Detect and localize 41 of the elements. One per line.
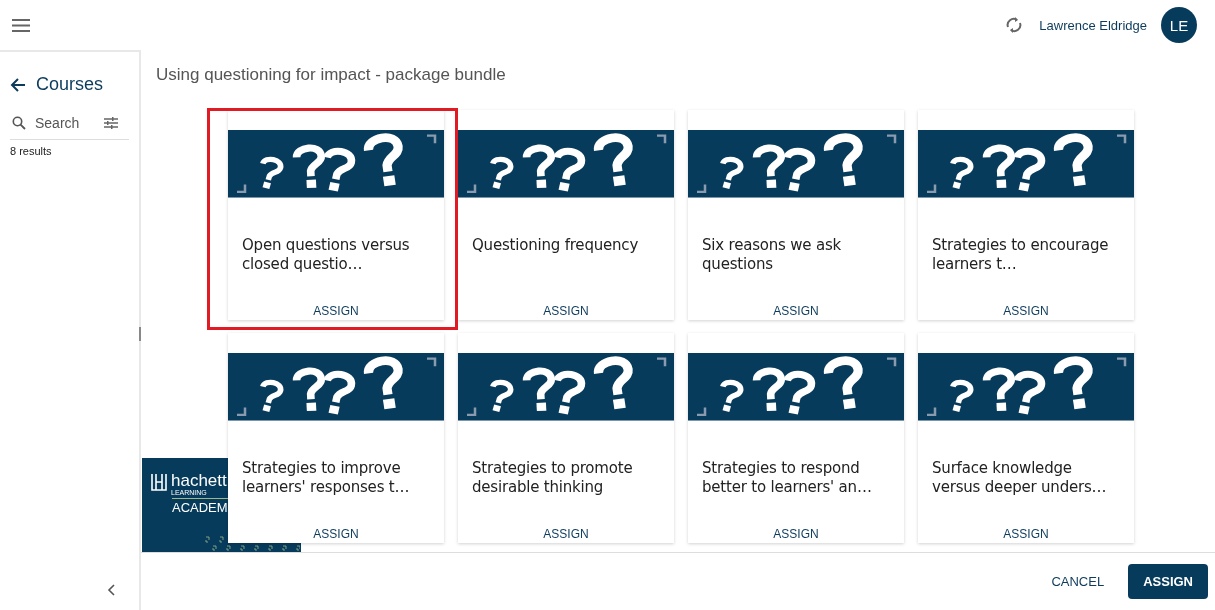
course-title: Strategies to promote desirable thinking (471, 457, 634, 498)
course-card[interactable]: Six reasons we ask questions ASSIGN (688, 110, 904, 320)
sync-icon[interactable] (1005, 15, 1024, 35)
logo-name: hachett (171, 472, 227, 489)
user-name[interactable]: Lawrence Eldridge (1039, 17, 1147, 33)
assign-link[interactable]: ASSIGN (769, 525, 823, 543)
filter-icon[interactable] (104, 116, 118, 130)
course-title: Six reasons we ask questions (701, 234, 843, 275)
assign-link[interactable]: ASSIGN (539, 525, 593, 543)
results-count: 8 results (10, 145, 53, 157)
page-title: Using questioning for impact - package bundle (156, 65, 507, 86)
collapse-chevron-icon[interactable] (107, 584, 115, 596)
assign-link[interactable]: ASSIGN (309, 525, 363, 543)
back-arrow-icon[interactable] (10, 77, 26, 92)
course-title: Surface knowledge versus deeper unders… (931, 457, 1108, 498)
course-title: Strategies to encourage learners t… (931, 234, 1110, 275)
logo-mark-icon (150, 472, 168, 492)
course-card[interactable]: Surface knowledge versus deeper unders… ASSIGN (918, 333, 1134, 543)
course-card[interactable]: Strategies to encourage learners t… ASSIGN (918, 110, 1134, 320)
course-title: Questioning frequency (471, 234, 640, 256)
course-card[interactable]: Questioning frequency ASSIGN (458, 110, 674, 320)
assign-link[interactable]: ASSIGN (999, 302, 1053, 320)
course-card[interactable]: Strategies to promote desirable thinking ASSIGN (458, 333, 674, 543)
course-card[interactable]: Open questions versus closed questio… ASSIGN (228, 110, 444, 320)
course-title: Strategies to respond better to learners' an… (701, 457, 873, 498)
user-avatar[interactable]: LE (1161, 7, 1197, 43)
assign-link[interactable]: ASSIGN (999, 525, 1053, 543)
course-card[interactable]: Strategies to improve learners' responses t… ASSIGN (228, 333, 444, 543)
course-card[interactable]: Strategies to respond better to learners' an… ASSIGN (688, 333, 904, 543)
resize-handle[interactable] (139, 327, 141, 341)
sidebar-title: Courses (36, 74, 104, 95)
assign-link[interactable]: ASSIGN (769, 302, 823, 320)
assign-link[interactable]: ASSIGN (309, 302, 363, 320)
menu-icon[interactable] (12, 18, 30, 32)
pattern-icon (205, 533, 300, 552)
cancel-button[interactable]: CANCEL (1041, 566, 1115, 597)
search-icon (12, 116, 26, 130)
course-title: Open questions versus closed questio… (241, 234, 411, 275)
assign-link[interactable]: ASSIGN (539, 302, 593, 320)
assign-button[interactable]: ASSIGN (1128, 564, 1208, 599)
course-title: Strategies to improve learners' responses t… (241, 457, 411, 498)
